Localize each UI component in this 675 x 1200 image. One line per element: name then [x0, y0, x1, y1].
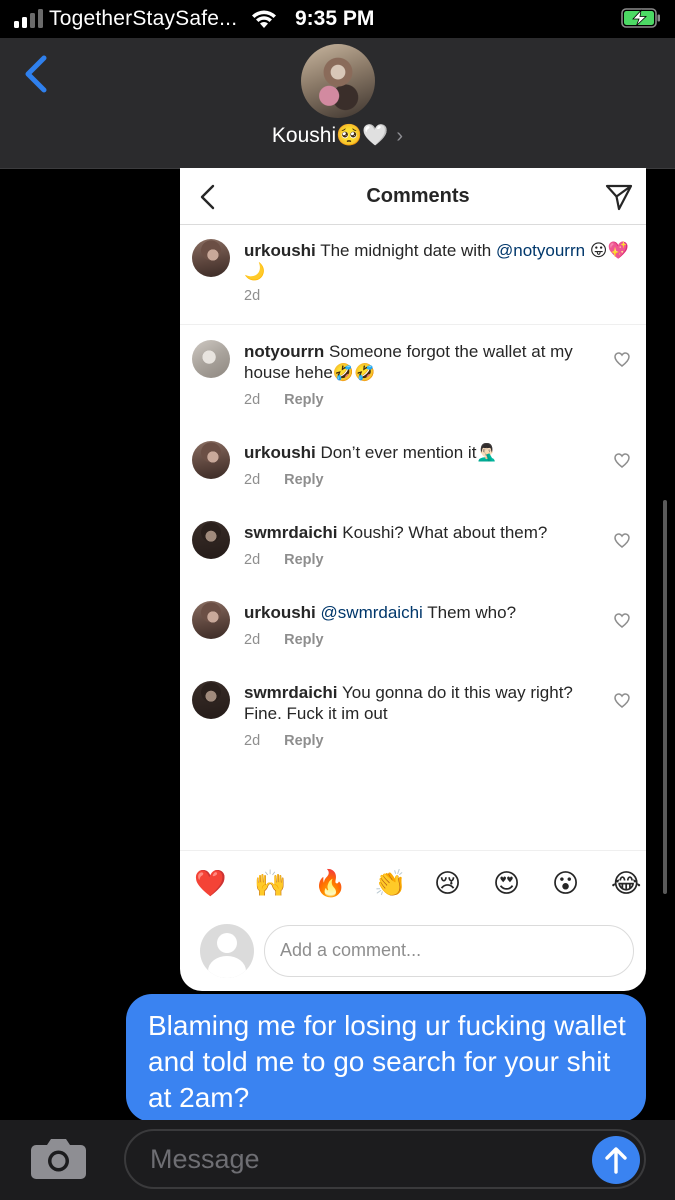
heart-icon	[614, 693, 630, 708]
heart-icon	[614, 352, 630, 367]
caption-text: urkoushi The midnight date with @notyour…	[244, 241, 629, 281]
scrollbar[interactable]	[663, 500, 667, 894]
surprised-emoji: 😮	[552, 868, 580, 898]
urkoushi-avatar	[192, 601, 230, 639]
fire-emoji: 🔥	[314, 868, 347, 898]
ig-share-icon	[605, 184, 633, 211]
comment-meta: 2d Reply	[244, 472, 324, 488]
comment-text: urkoushi @swmrdaichi Them who?	[244, 603, 517, 622]
comment-meta: 2d Reply	[244, 392, 324, 408]
urkoushi-avatar	[192, 239, 230, 277]
comment-text: notyourrn Someone forgot the wallet at m…	[244, 342, 573, 382]
comment-text: swmrdaichi You gonna do it this way righ…	[244, 683, 573, 723]
heart-eyes-emoji: 😍	[493, 868, 521, 898]
carrier-name: TogetherStaySafe...	[49, 7, 238, 30]
default-avatar-icon	[200, 924, 254, 978]
swmrdaichi-avatar	[192, 681, 230, 719]
signal-icon	[14, 8, 43, 28]
notyourrn-avatar	[192, 340, 230, 378]
status-bar: TogetherStaySafe... 9:35 PM	[0, 0, 675, 38]
comment-text: urkoushi Don’t ever mention it🤦🏻‍♂️	[244, 443, 498, 462]
instagram-comments-screenshot[interactable]: Comments urkoushi The midnight date with…	[180, 168, 646, 991]
message-input[interactable]: Message	[124, 1129, 646, 1189]
ig-title: Comments	[366, 185, 470, 207]
urkoushi-avatar	[192, 441, 230, 479]
emoji-reaction-row: ❤️ 🙌 🔥 👏 😢 😍 😮 😂	[180, 850, 646, 923]
add-comment-field: Add a comment...	[264, 925, 634, 977]
tears-of-joy-emoji: 😂	[611, 868, 642, 898]
arrow-up-icon	[605, 1147, 627, 1174]
reply-button: Reply	[284, 733, 324, 749]
ig-comments-header: Comments	[180, 168, 646, 225]
chevron-right-icon: ›	[396, 125, 404, 147]
reply-button: Reply	[284, 632, 324, 648]
clap-emoji: 👏	[374, 868, 407, 898]
reply-button: Reply	[284, 392, 324, 408]
ig-caption: urkoushi The midnight date with @notyour…	[180, 224, 646, 325]
send-button[interactable]	[592, 1136, 640, 1184]
reply-button: Reply	[284, 472, 324, 488]
comment-meta: 2d Reply	[244, 552, 324, 568]
heart-icon	[614, 613, 630, 628]
reply-button: Reply	[284, 552, 324, 568]
conversation-header: Koushi🥺🤍 ›	[0, 38, 675, 169]
back-chevron-icon[interactable]	[20, 54, 50, 94]
clock: 9:35 PM	[295, 7, 375, 30]
contact-avatar[interactable]	[301, 44, 375, 118]
message-input-bar: Message	[0, 1120, 675, 1200]
swmrdaichi-avatar	[192, 521, 230, 559]
wifi-icon	[252, 10, 276, 28]
heart-icon	[614, 533, 630, 548]
battery-charging-icon	[621, 8, 660, 28]
contact-name: Koushi🥺🤍	[271, 124, 389, 147]
comment-text: swmrdaichi Koushi? What about them?	[244, 523, 548, 542]
heart-emoji: ❤️	[194, 868, 227, 898]
raised-hands-emoji: 🙌	[254, 868, 287, 898]
contact-name-button[interactable]: Koushi🥺🤍 ›	[0, 124, 675, 148]
sent-message-bubble[interactable]: Blaming me for losing ur fucking wallet …	[126, 994, 646, 1122]
heart-icon	[614, 453, 630, 468]
crying-emoji: 😢	[434, 868, 462, 898]
caption-time: 2d	[244, 288, 261, 304]
camera-icon[interactable]	[30, 1136, 87, 1180]
comment-meta: 2d Reply	[244, 733, 324, 749]
comment-meta: 2d Reply	[244, 632, 324, 648]
